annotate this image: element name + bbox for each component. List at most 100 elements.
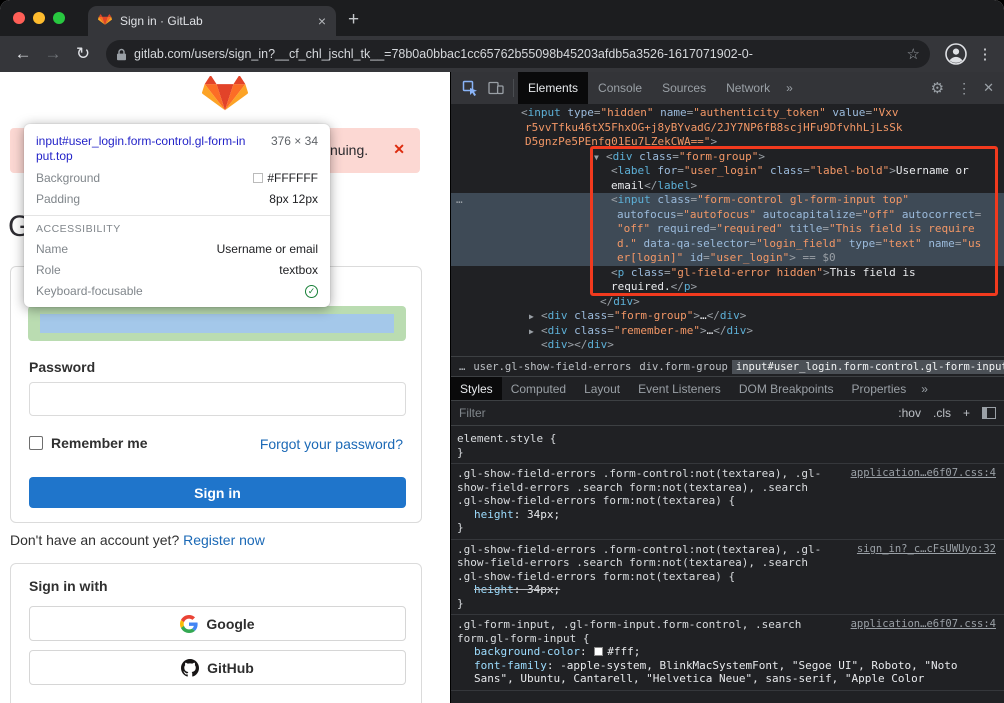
url-bar[interactable]: gitlab.com/users/sign_in?__cf_chl_jschl_… bbox=[106, 40, 930, 68]
tab-close-icon[interactable]: × bbox=[318, 13, 326, 29]
password-label: Password bbox=[29, 359, 95, 375]
tooltip-padding-value: 8px 12px bbox=[269, 192, 318, 206]
css-selector[interactable]: show-field-errors .search form:not(texta… bbox=[457, 481, 998, 495]
back-button[interactable]: ← bbox=[10, 44, 36, 64]
css-property[interactable]: Sans", Ubuntu, Cantarell, "Helvetica Neu… bbox=[457, 672, 998, 686]
styles-filter-input[interactable]: Filter bbox=[459, 406, 486, 420]
css-property[interactable]: height: 34px; bbox=[457, 583, 998, 597]
bookmark-star-icon[interactable]: ☆ bbox=[907, 45, 920, 63]
breadcrumb-item[interactable]: user.gl-show-field-errors bbox=[469, 360, 635, 374]
browser-tab[interactable]: Sign in · GitLab × bbox=[88, 6, 336, 36]
closing-brace: } bbox=[457, 446, 998, 460]
elements-code-line[interactable]: <p class="gl-field-error hidden">This fi… bbox=[451, 266, 1004, 281]
browser-window: Sign in · GitLab × + ← → ↻ gitlab.com/us… bbox=[0, 0, 1004, 703]
new-tab-button[interactable]: + bbox=[348, 7, 359, 33]
stylesheet-link[interactable]: sign_in?_c…cFsUWUyo:32 bbox=[857, 543, 996, 557]
breadcrumb-item[interactable]: input#user_login.form-control.gl-form-in… bbox=[732, 360, 1004, 374]
sidebar-tab-layout[interactable]: Layout bbox=[575, 377, 629, 400]
elements-code-line[interactable]: er[login]" id="user_login"> == $0 bbox=[451, 251, 1004, 266]
css-selector[interactable]: .gl-show-field-errors form:not(textarea)… bbox=[457, 494, 998, 508]
stylesheet-link[interactable]: application…e6f07.css:4 bbox=[851, 618, 996, 632]
reload-button[interactable]: ↻ bbox=[70, 44, 96, 64]
browser-menu-icon[interactable]: ⋮ bbox=[976, 45, 994, 63]
google-icon bbox=[180, 615, 198, 633]
sign-in-with-title: Sign in with bbox=[29, 578, 108, 594]
elements-code-line[interactable]: …<input class="form-control gl-form-inpu… bbox=[451, 193, 1004, 208]
new-style-rule-button[interactable]: + bbox=[963, 406, 970, 420]
expand-arrow-icon[interactable]: ▶ bbox=[529, 310, 541, 325]
toggle-hover-state-button[interactable]: :hov bbox=[898, 406, 921, 420]
devtools-tab-sources[interactable]: Sources bbox=[652, 72, 716, 104]
tooltip-padding-label: Padding bbox=[36, 192, 80, 206]
css-property[interactable]: background-color: #fff; bbox=[457, 645, 998, 659]
breadcrumb-item[interactable]: … bbox=[455, 360, 469, 374]
remember-me-checkbox[interactable] bbox=[29, 436, 43, 450]
password-field[interactable] bbox=[29, 382, 406, 416]
profile-avatar[interactable] bbox=[944, 42, 968, 66]
close-window-button[interactable] bbox=[13, 12, 25, 24]
more-sidebar-tabs-icon[interactable]: » bbox=[915, 377, 934, 400]
minimize-window-button[interactable] bbox=[33, 12, 45, 24]
sidebar-tab-dom-breakpoints[interactable]: DOM Breakpoints bbox=[730, 377, 843, 400]
css-selector[interactable]: .gl-show-field-errors form:not(textarea)… bbox=[457, 570, 998, 584]
elements-code-line[interactable]: </div> bbox=[451, 295, 1004, 310]
elements-code-line[interactable]: autofocus="autofocus" autocapitalize="of… bbox=[451, 208, 1004, 223]
css-selector[interactable]: form.gl-form-input { bbox=[457, 632, 998, 646]
elements-code-line[interactable]: ▶<div class="remember-me">…</div> bbox=[451, 324, 1004, 339]
closing-brace: } bbox=[457, 521, 998, 535]
elements-tree: <input type="hidden" name="authenticity_… bbox=[451, 104, 1004, 356]
elements-code-line[interactable]: required.</p> bbox=[451, 280, 1004, 295]
expand-arrow-icon[interactable]: ▶ bbox=[529, 325, 541, 340]
more-tabs-icon[interactable]: » bbox=[780, 81, 799, 95]
forgot-password-link[interactable]: Forgot your password? bbox=[260, 436, 403, 452]
register-now-link[interactable]: Register now bbox=[183, 532, 265, 548]
elements-code-line[interactable]: ▶<div class="form-group">…</div> bbox=[451, 309, 1004, 324]
stylesheet-link[interactable]: application…e6f07.css:4 bbox=[851, 467, 996, 481]
url-text[interactable]: gitlab.com/users/sign_in?__cf_chl_jschl_… bbox=[134, 47, 901, 61]
collapse-arrow-icon[interactable]: ▼ bbox=[594, 151, 606, 166]
devtools-close-icon[interactable]: ✕ bbox=[977, 80, 1004, 96]
toggle-class-button[interactable]: .cls bbox=[933, 406, 951, 420]
elements-code-line[interactable]: <div></div> bbox=[451, 338, 1004, 353]
css-selector[interactable]: show-field-errors .search form:not(texta… bbox=[457, 556, 998, 570]
google-signin-button[interactable]: Google bbox=[29, 606, 406, 641]
elements-code-line[interactable]: <label for="user_login" class="label-bol… bbox=[451, 164, 1004, 179]
devtools-tab-console[interactable]: Console bbox=[588, 72, 652, 104]
sidebar-tab-properties[interactable]: Properties bbox=[843, 377, 916, 400]
sidebar-tab-event-listeners[interactable]: Event Listeners bbox=[629, 377, 730, 400]
elements-code-line[interactable]: "off" required="required" title="This fi… bbox=[451, 222, 1004, 237]
zoom-window-button[interactable] bbox=[53, 12, 65, 24]
inspect-highlight-username-input[interactable] bbox=[28, 306, 406, 341]
breadcrumb-item[interactable]: div.form-group bbox=[635, 360, 732, 374]
css-property[interactable]: height: 34px; bbox=[457, 508, 998, 522]
forward-button[interactable]: → bbox=[40, 44, 66, 64]
tooltip-role-value: textbox bbox=[279, 263, 318, 277]
computed-pane-toggle-icon[interactable] bbox=[982, 407, 996, 419]
alert-close-icon[interactable]: ✕ bbox=[393, 141, 405, 158]
tooltip-background-value: #FFFFFF bbox=[267, 171, 318, 185]
css-selector[interactable]: element.style { bbox=[457, 432, 998, 446]
elements-code-line[interactable]: ▼<div class="form-group"> bbox=[451, 150, 1004, 165]
sidebar-tab-styles[interactable]: Styles bbox=[451, 377, 502, 400]
devtools-menu-icon[interactable]: ⋮ bbox=[951, 80, 977, 97]
elements-code-line[interactable]: <input type="hidden" name="authenticity_… bbox=[451, 106, 1004, 121]
elements-code-line[interactable]: email</label> bbox=[451, 179, 1004, 194]
styles-pane: element.style {} application…e6f07.css:4.… bbox=[451, 426, 1004, 703]
tooltip-keyboard-focusable-label: Keyboard-focusable bbox=[36, 284, 143, 298]
elements-code-line[interactable]: r5vvTfku46tX5FhxOG+j8yBYvadG/2JY7NP6fB8s… bbox=[451, 121, 1004, 136]
devtools-toolbar: ElementsConsoleSourcesNetwork » ⚙ ⋮ ✕ bbox=[451, 72, 1004, 104]
github-signin-button[interactable]: GitHub bbox=[29, 650, 406, 685]
sign-in-button[interactable]: Sign in bbox=[29, 477, 406, 508]
gutter-ellipsis[interactable]: … bbox=[456, 193, 463, 208]
github-button-label: GitHub bbox=[207, 660, 254, 676]
devtools-tab-network[interactable]: Network bbox=[716, 72, 780, 104]
device-toolbar-icon[interactable] bbox=[483, 72, 509, 104]
sidebar-tab-computed[interactable]: Computed bbox=[502, 377, 575, 400]
color-swatch[interactable] bbox=[594, 647, 603, 656]
inspect-element-icon[interactable] bbox=[457, 72, 483, 104]
settings-gear-icon[interactable]: ⚙ bbox=[924, 79, 951, 97]
css-property[interactable]: font-family: -apple-system, BlinkMacSyst… bbox=[457, 659, 998, 673]
devtools-tab-elements[interactable]: Elements bbox=[518, 72, 588, 104]
elements-code-line[interactable]: D5gnzPe5PEnfq01Eu7LZekCWA=="> bbox=[451, 135, 1004, 150]
elements-code-line[interactable]: d." data-qa-selector="login_field" type=… bbox=[451, 237, 1004, 252]
